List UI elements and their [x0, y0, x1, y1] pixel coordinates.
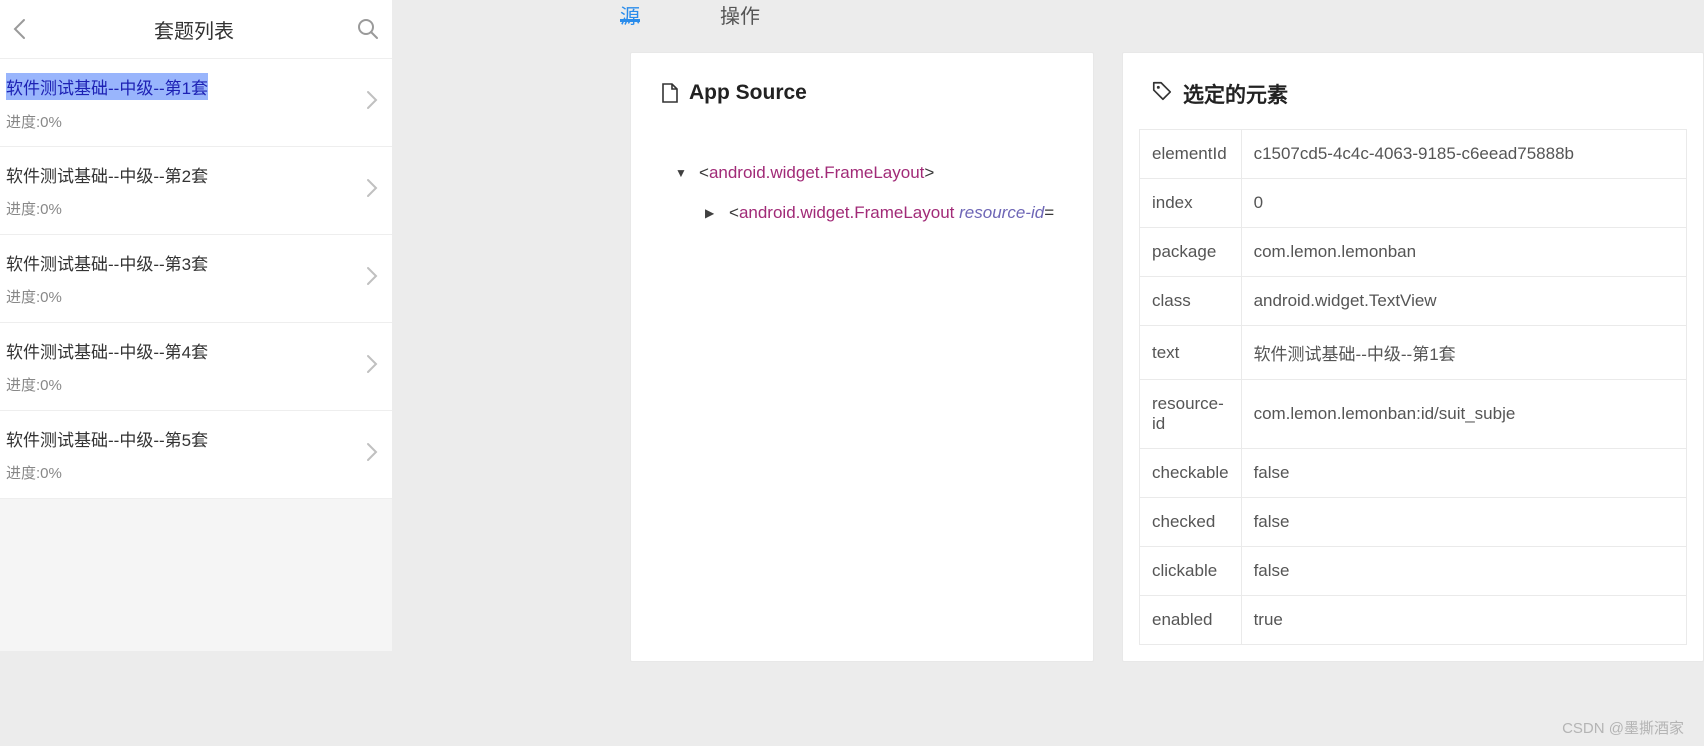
list-item[interactable]: 软件测试基础--中级--第2套进度:0%: [0, 147, 392, 235]
selected-element-title: 选定的元素: [1183, 79, 1288, 109]
app-source-panel: App Source ▼ <android.widget.FrameLayout…: [630, 52, 1094, 662]
list-item-progress: 进度:0%: [6, 198, 376, 219]
attr-key: resource-id: [1140, 380, 1242, 449]
tabs-bar: 源 操作: [620, 0, 760, 22]
chevron-right-icon: [366, 89, 378, 117]
attr-value: false: [1241, 498, 1686, 547]
search-icon[interactable]: [356, 17, 380, 41]
table-row: elementIdc1507cd5-4c4c-4063-9185-c6eead7…: [1140, 130, 1687, 179]
page-title: 套题列表: [154, 15, 234, 44]
attr-value: 0: [1241, 179, 1686, 228]
list-item-title: 软件测试基础--中级--第5套: [6, 426, 208, 451]
attr-key: text: [1140, 326, 1242, 380]
xml-tag: android.widget.FrameLayout: [739, 203, 954, 222]
attr-key: elementId: [1140, 130, 1242, 179]
source-tree: ▼ <android.widget.FrameLayout> ▶ <androi…: [631, 123, 1093, 223]
attr-value: c1507cd5-4c4c-4063-9185-c6eead75888b: [1241, 130, 1686, 179]
attr-value: false: [1241, 449, 1686, 498]
phone-list: 软件测试基础--中级--第1套进度:0%软件测试基础--中级--第2套进度:0%…: [0, 59, 392, 499]
list-item-progress: 进度:0%: [6, 286, 376, 307]
table-row: enabledtrue: [1140, 596, 1687, 645]
attr-key: class: [1140, 277, 1242, 326]
table-row: clickablefalse: [1140, 547, 1687, 596]
chevron-right-icon: [366, 177, 378, 205]
table-row: text软件测试基础--中级--第1套: [1140, 326, 1687, 380]
list-item-progress: 进度:0%: [6, 111, 376, 132]
attr-key: checked: [1140, 498, 1242, 547]
list-item[interactable]: 软件测试基础--中级--第5套进度:0%: [0, 411, 392, 499]
attribute-table: elementIdc1507cd5-4c4c-4063-9185-c6eead7…: [1139, 129, 1687, 645]
attr-value: 软件测试基础--中级--第1套: [1241, 326, 1686, 380]
list-item-progress: 进度:0%: [6, 374, 376, 395]
table-row: classandroid.widget.TextView: [1140, 277, 1687, 326]
document-icon: [661, 83, 679, 103]
chevron-right-icon: [366, 441, 378, 469]
table-row: resource-idcom.lemon.lemonban:id/suit_su…: [1140, 380, 1687, 449]
attr-key: checkable: [1140, 449, 1242, 498]
tag-icon: [1151, 80, 1173, 108]
selected-element-panel: 选定的元素 elementIdc1507cd5-4c4c-4063-9185-c…: [1122, 52, 1704, 662]
list-item[interactable]: 软件测试基础--中级--第1套进度:0%: [0, 59, 392, 147]
back-icon[interactable]: [12, 19, 32, 39]
tab-action[interactable]: 操作: [720, 0, 760, 22]
attr-key: package: [1140, 228, 1242, 277]
attr-value: true: [1241, 596, 1686, 645]
collapse-icon[interactable]: ▼: [675, 166, 689, 180]
phone-header: 套题列表: [0, 0, 392, 59]
list-item-progress: 进度:0%: [6, 462, 376, 483]
phone-preview: 套题列表 软件测试基础--中级--第1套进度:0%软件测试基础--中级--第2套…: [0, 0, 392, 651]
attr-value: com.lemon.lemonban:id/suit_subje: [1241, 380, 1686, 449]
chevron-right-icon: [366, 265, 378, 293]
list-item-title: 软件测试基础--中级--第3套: [6, 250, 208, 275]
tree-node[interactable]: ▶ <android.widget.FrameLayout resource-i…: [705, 203, 1073, 223]
attr-key: clickable: [1140, 547, 1242, 596]
tab-source[interactable]: 源: [620, 0, 640, 22]
list-item[interactable]: 软件测试基础--中级--第3套进度:0%: [0, 235, 392, 323]
list-item[interactable]: 软件测试基础--中级--第4套进度:0%: [0, 323, 392, 411]
list-item-title: 软件测试基础--中级--第4套: [6, 338, 208, 363]
attr-key: enabled: [1140, 596, 1242, 645]
table-row: checkedfalse: [1140, 498, 1687, 547]
attr-key: index: [1140, 179, 1242, 228]
table-row: index0: [1140, 179, 1687, 228]
app-source-header: App Source: [631, 53, 1093, 123]
attr-value: com.lemon.lemonban: [1241, 228, 1686, 277]
watermark: CSDN @墨撕酒家: [1562, 717, 1684, 738]
list-item-title: 软件测试基础--中级--第1套: [6, 73, 208, 100]
xml-attr-name: resource-id: [959, 203, 1044, 222]
expand-icon[interactable]: ▶: [705, 206, 719, 220]
list-item-title: 软件测试基础--中级--第2套: [6, 162, 208, 187]
table-row: packagecom.lemon.lemonban: [1140, 228, 1687, 277]
table-row: checkablefalse: [1140, 449, 1687, 498]
attr-value: android.widget.TextView: [1241, 277, 1686, 326]
app-source-title: App Source: [689, 81, 807, 105]
tree-node[interactable]: ▼ <android.widget.FrameLayout>: [675, 163, 1073, 183]
attr-value: false: [1241, 547, 1686, 596]
selected-element-header: 选定的元素: [1123, 53, 1703, 123]
xml-tag: android.widget.FrameLayout: [709, 163, 924, 182]
chevron-right-icon: [366, 353, 378, 381]
